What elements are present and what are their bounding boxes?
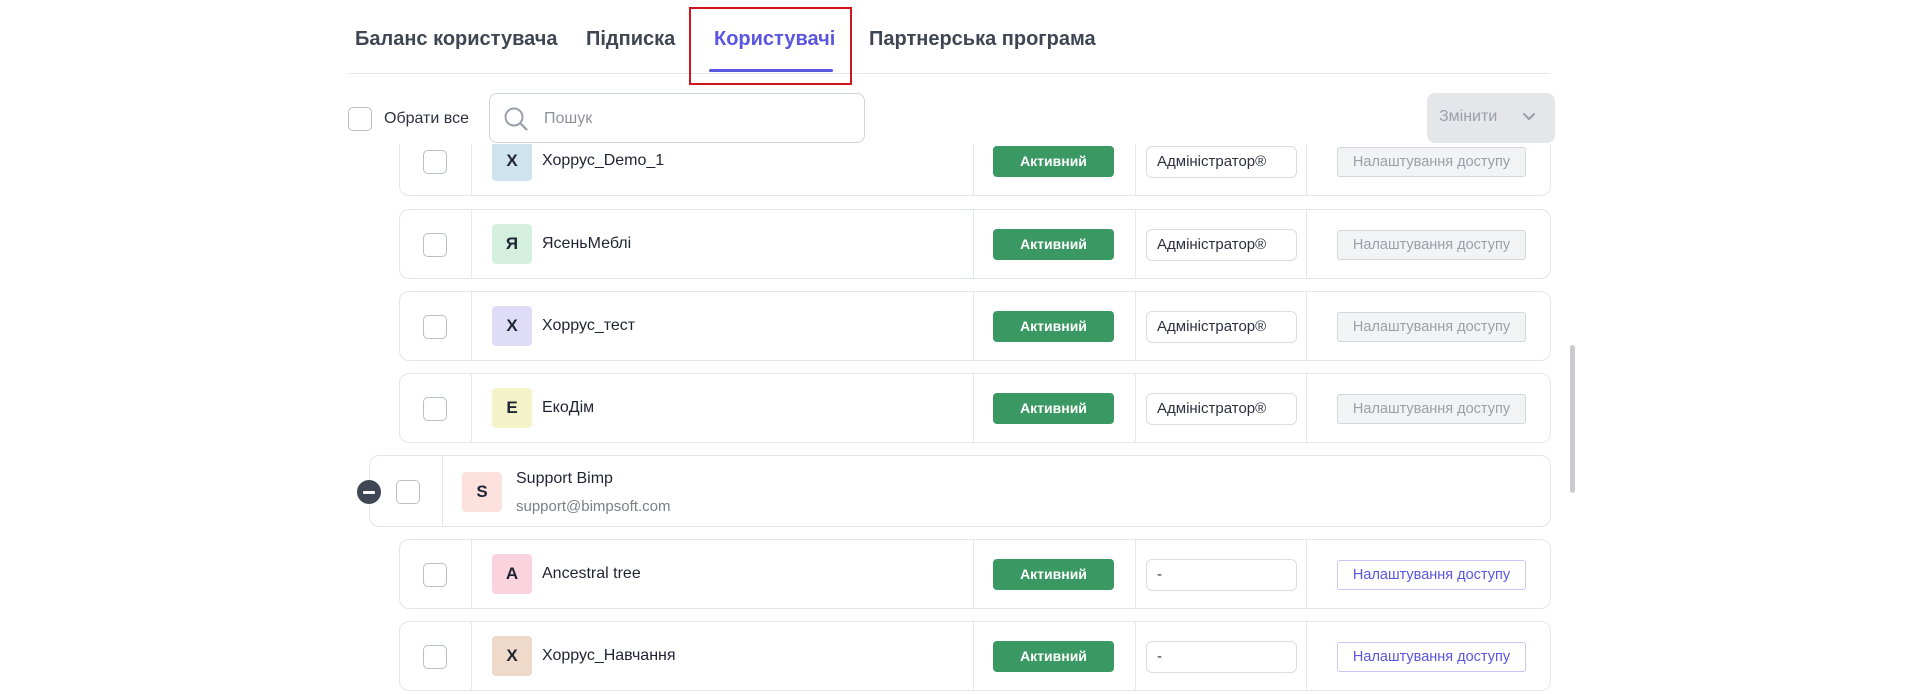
status-badge: Активний: [993, 393, 1114, 424]
avatar: Х: [492, 306, 532, 346]
highlight-box: [689, 7, 852, 85]
role-select[interactable]: Адміністратор®: [1146, 229, 1297, 261]
access-settings-button[interactable]: Налаштування доступу: [1337, 312, 1526, 342]
user-row[interactable]: Х Хоррус_Demo_1 Активний Адміністратор® …: [399, 144, 1551, 196]
chevron-down-icon: [1523, 113, 1535, 120]
group-email: support@bimpsoft.com: [516, 498, 671, 515]
search-input[interactable]: [542, 106, 846, 132]
user-name: Ancestral tree: [542, 565, 641, 582]
select-all-label: Обрати все: [384, 110, 469, 127]
user-row[interactable]: Х Хоррус_Навчання Активний - Налаштуванн…: [399, 621, 1551, 691]
user-name: Хоррус_тест: [542, 317, 636, 334]
change-button[interactable]: Змінити: [1427, 93, 1555, 143]
row-checkbox[interactable]: [423, 397, 447, 421]
avatar: A: [492, 554, 532, 594]
user-row[interactable]: Я ЯсеньМеблі Активний Адміністратор® Нал…: [399, 209, 1551, 279]
user-name: Хоррус_Навчання: [542, 647, 676, 664]
access-settings-button[interactable]: Налаштування доступу: [1337, 394, 1526, 424]
user-row[interactable]: Е ЕкоДім Активний Адміністратор® Налашту…: [399, 373, 1551, 443]
row-checkbox[interactable]: [423, 233, 447, 257]
avatar: S: [462, 472, 502, 512]
status-badge: Активний: [993, 146, 1114, 177]
group-checkbox[interactable]: [396, 480, 420, 504]
access-settings-button[interactable]: Налаштування доступу: [1337, 230, 1526, 260]
row-checkbox[interactable]: [423, 315, 447, 339]
access-settings-button[interactable]: Налаштування доступу: [1337, 560, 1526, 590]
role-select[interactable]: -: [1146, 641, 1297, 673]
role-select[interactable]: -: [1146, 559, 1297, 591]
search-icon: [504, 107, 528, 131]
role-select[interactable]: Адміністратор®: [1146, 146, 1297, 178]
tab-subscription[interactable]: Підписка: [586, 28, 675, 51]
user-row[interactable]: A Ancestral tree Активний - Налаштування…: [399, 539, 1551, 609]
user-name: ЯсеньМеблі: [542, 235, 632, 252]
avatar: Х: [492, 144, 532, 181]
access-settings-button[interactable]: Налаштування доступу: [1337, 147, 1526, 177]
role-select[interactable]: Адміністратор®: [1146, 311, 1297, 343]
change-button-label: Змінити: [1439, 108, 1498, 125]
collapse-icon[interactable]: [357, 480, 381, 504]
tab-partner-program[interactable]: Партнерська програма: [869, 28, 1096, 51]
access-settings-button[interactable]: Налаштування доступу: [1337, 642, 1526, 672]
users-list: Х Хоррус_Demo_1 Активний Адміністратор® …: [0, 144, 1907, 694]
group-name: Support Bimp: [516, 470, 613, 487]
select-all-checkbox[interactable]: [348, 107, 372, 131]
group-row[interactable]: S Support Bimp support@bimpsoft.com: [357, 455, 1551, 527]
role-select[interactable]: Адміністратор®: [1146, 393, 1297, 425]
avatar: Е: [492, 388, 532, 428]
search-field[interactable]: [489, 93, 865, 143]
row-checkbox[interactable]: [423, 645, 447, 669]
tab-bar: Баланс користувача Підписка Користувачі …: [348, 0, 1550, 74]
tab-user-balance[interactable]: Баланс користувача: [355, 28, 558, 51]
avatar: Я: [492, 224, 532, 264]
status-badge: Активний: [993, 229, 1114, 260]
row-checkbox[interactable]: [423, 563, 447, 587]
status-badge: Активний: [993, 311, 1114, 342]
status-badge: Активний: [993, 641, 1114, 672]
user-name: ЕкоДім: [542, 399, 595, 416]
status-badge: Активний: [993, 559, 1114, 590]
user-name: Хоррус_Demo_1: [542, 152, 665, 169]
scrollbar[interactable]: [1570, 345, 1575, 493]
avatar: Х: [492, 636, 532, 676]
row-checkbox[interactable]: [423, 150, 447, 174]
user-row[interactable]: Х Хоррус_тест Активний Адміністратор® На…: [399, 291, 1551, 361]
